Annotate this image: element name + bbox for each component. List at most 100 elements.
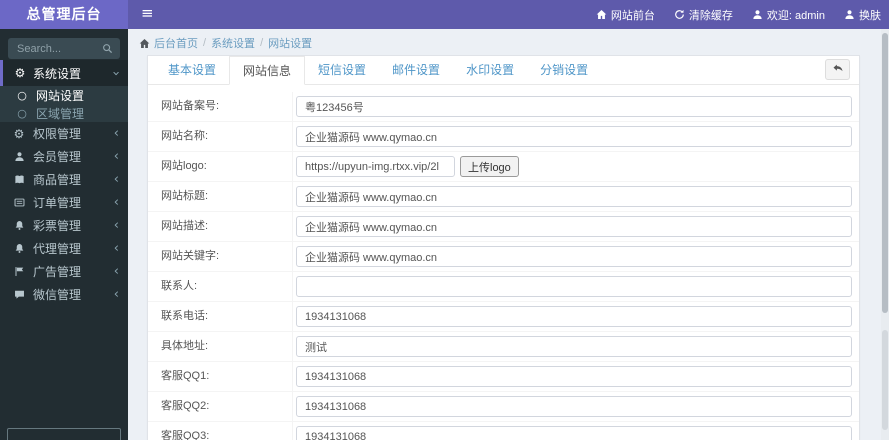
scrollbar-thumb[interactable] [882,33,888,313]
chevron-left-icon: ‹ [113,218,119,233]
sidebar-item-label: 彩票管理 [33,219,82,233]
change-skin-link[interactable]: 换肤 [844,7,881,23]
sidebar-item-ads[interactable]: 广告管理 ‹ [0,260,128,283]
sidebar-item-region-management[interactable]: ○ 区域管理 [0,104,128,122]
nav-item-label: 网站前台 [610,9,655,22]
field-label: 客服QQ2: [148,392,293,421]
form-row: 客服QQ3: [148,422,859,440]
field-label: 具体地址: [148,332,293,361]
breadcrumb: 后台首页 / 系统设置 / 网站设置 [139,35,312,51]
field-label: 客服QQ1: [148,362,293,391]
qq3-input[interactable] [296,426,852,440]
chevron-left-icon: ‹ [113,149,119,164]
app-logo[interactable]: 总管理后台 [0,0,128,29]
site-keywords-input[interactable] [296,246,852,267]
form-row: 网站关键字: [148,242,859,272]
scrollbar-thumb-secondary[interactable] [882,330,888,430]
sidebar-item-orders[interactable]: 订单管理 ‹ [0,191,128,214]
site-frontend-link[interactable]: 网站前台 [596,7,655,23]
sidebar-item-agents[interactable]: 代理管理 ‹ [0,237,128,260]
qq1-input[interactable] [296,366,852,387]
sidebar-item-website-settings[interactable]: ○ 网站设置 [0,86,128,104]
breadcrumb-item-website-settings[interactable]: 网站设置 [268,35,312,51]
user-icon [844,9,855,20]
refresh-icon [674,9,685,20]
site-name-input[interactable] [296,126,852,147]
tab-distribution-settings[interactable]: 分销设置 [527,56,601,84]
website-info-form: 网站备案号: 网站名称: 网站logo: 上传logo 网站标题: [148,92,859,440]
sidebar-item-label: 网站设置 [36,88,85,103]
sidebar-item-wechat[interactable]: 微信管理 ‹ [0,283,128,306]
site-title-input[interactable] [296,186,852,207]
form-row: 联系人: [148,272,859,302]
header-nav-right: 网站前台 清除缓存 欢迎: admin 换肤 [596,0,881,29]
field-label: 客服QQ3: [148,422,293,440]
circle-icon: ○ [17,88,27,102]
tab-basic-settings[interactable]: 基本设置 [155,56,229,84]
back-button[interactable] [825,59,850,80]
sidebar-item-label: 区域管理 [36,106,85,121]
qq2-input[interactable] [296,396,852,417]
list-icon [12,197,26,208]
sidebar-submenu: ○ 网站设置 ○ 区域管理 [0,86,128,122]
chevron-left-icon: ‹ [113,287,119,302]
sidebar-item-label: 微信管理 [33,288,82,302]
user-icon [12,151,26,162]
flag-icon [12,266,26,277]
form-row: 客服QQ1: [148,362,859,392]
cogs-icon: ⚙ [13,126,25,141]
search-icon[interactable] [102,43,113,54]
comment-icon [12,289,26,300]
breadcrumb-separator: / [260,37,264,49]
address-input[interactable] [296,336,852,357]
form-row: 网站名称: [148,122,859,152]
sidebar-item-label: 权限管理 [33,127,82,141]
sidebar-item-lottery[interactable]: 彩票管理 ‹ [0,214,128,237]
contact-person-input[interactable] [296,276,852,297]
sidebar-toggle-icon[interactable]: ≡ [132,0,163,29]
breadcrumb-home-link[interactable]: 后台首页 [139,35,198,51]
site-description-input[interactable] [296,216,852,237]
field-label: 网站描述: [148,212,293,241]
nav-item-label: 换肤 [859,9,881,22]
clear-cache-link[interactable]: 清除缓存 [674,7,733,23]
field-label: 网站logo: [148,152,293,181]
chevron-left-icon: ‹ [113,126,119,141]
settings-tabs: 基本设置 网站信息 短信设置 邮件设置 水印设置 分销设置 [148,56,859,85]
sidebar-item-label: 订单管理 [33,196,82,210]
sidebar-item-members[interactable]: 会员管理 ‹ [0,145,128,168]
icp-number-input[interactable] [296,96,852,117]
tab-sms-settings[interactable]: 短信设置 [305,56,379,84]
vertical-scrollbar[interactable] [881,29,889,440]
form-row: 网站描述: [148,212,859,242]
search-input[interactable] [15,41,102,56]
sidebar-item-permissions[interactable]: ⚙ 权限管理 ‹ [0,122,128,145]
undo-arrow-icon [832,61,844,79]
chevron-left-icon: ‹ [113,195,119,210]
upload-logo-button[interactable]: 上传logo [460,156,519,177]
book-icon [12,174,26,185]
tab-email-settings[interactable]: 邮件设置 [379,56,453,84]
form-row: 网站logo: 上传logo [148,152,859,182]
form-row: 网站标题: [148,182,859,212]
site-logo-input[interactable] [296,156,455,177]
form-row: 客服QQ2: [148,392,859,422]
sidebar-footer-box [7,428,121,440]
sidebar-search [8,38,120,59]
nav-item-label: 欢迎: admin [766,9,825,22]
tab-watermark-settings[interactable]: 水印设置 [453,56,527,84]
sidebar-item-products[interactable]: 商品管理 ‹ [0,168,128,191]
sidebar-item-label: 会员管理 [33,150,82,164]
breadcrumb-item-system-settings[interactable]: 系统设置 [211,35,255,51]
tab-website-info[interactable]: 网站信息 [229,56,306,85]
user-icon [752,9,763,20]
sidebar-item-system-settings[interactable]: ⚙ 系统设置 ‹ [0,60,128,86]
admin-app: 总管理后台 ≡ 网站前台 清除缓存 欢迎: admin 换肤 Search...… [0,0,889,440]
field-label: 网站名称: [148,122,293,151]
contact-phone-input[interactable] [296,306,852,327]
field-label: 网站标题: [148,182,293,211]
bell-icon [12,220,26,231]
home-icon [596,9,607,20]
welcome-admin[interactable]: 欢迎: admin [752,7,825,23]
breadcrumb-item: 后台首页 [154,38,198,50]
